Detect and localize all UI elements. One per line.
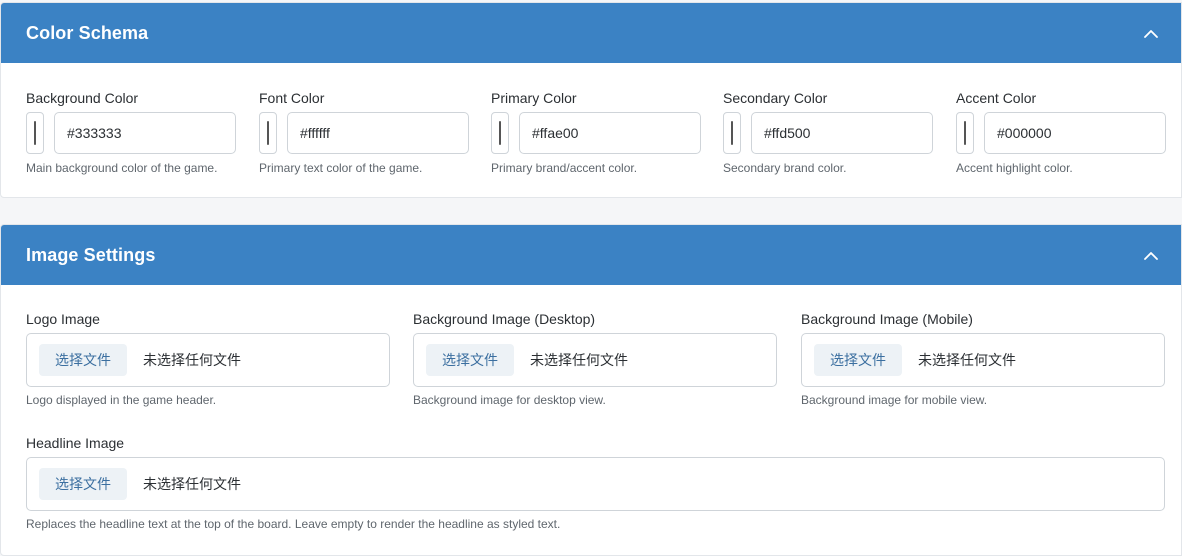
font-color-input[interactable] — [287, 112, 469, 154]
primary-color-help: Primary brand/accent color. — [491, 161, 638, 175]
font-color-help: Primary text color of the game. — [259, 161, 423, 175]
image-settings-title: Image Settings — [26, 244, 156, 265]
background-mobile-file-status: 未选择任何文件 — [918, 353, 1016, 369]
secondary-color-help: Secondary brand color. — [723, 161, 847, 175]
font-color-field: Font Color Primary text color of the gam… — [259, 90, 471, 180]
logo-image-label: Logo Image — [26, 311, 100, 327]
background-desktop-file-input[interactable]: 选择文件 未选择任何文件 — [413, 333, 777, 387]
chevron-up-icon[interactable] — [1143, 25, 1159, 41]
secondary-color-picker[interactable] — [723, 112, 741, 154]
headline-image-help: Replaces the headline text at the top of… — [26, 517, 561, 531]
background-mobile-label: Background Image (Mobile) — [801, 311, 973, 327]
color-schema-header[interactable]: Color Schema — [1, 3, 1181, 63]
color-schema-title: Color Schema — [26, 22, 149, 43]
logo-image-field: Logo Image 选择文件 未选择任何文件 Logo displayed i… — [26, 311, 390, 407]
background-mobile-help: Background image for mobile view. — [801, 393, 988, 407]
background-color-field: Background Color Main background color o… — [26, 90, 238, 180]
primary-color-field: Primary Color Primary brand/accent color… — [491, 90, 703, 180]
accent-color-label: Accent Color — [956, 90, 1037, 106]
logo-image-file-status: 未选择任何文件 — [143, 353, 241, 369]
background-desktop-label: Background Image (Desktop) — [413, 311, 596, 327]
secondary-color-input[interactable] — [751, 112, 933, 154]
background-color-label: Background Color — [26, 90, 139, 106]
headline-image-file-status: 未选择任何文件 — [143, 477, 241, 493]
accent-color-help: Accent highlight color. — [956, 161, 1073, 175]
background-desktop-choose-button[interactable]: 选择文件 — [426, 344, 514, 376]
image-settings-panel: Image Settings Logo Image 选择文件 未选择任何文件 L… — [0, 224, 1182, 556]
secondary-color-label: Secondary Color — [723, 90, 828, 106]
image-settings-header[interactable]: Image Settings — [1, 225, 1181, 285]
background-desktop-field: Background Image (Desktop) 选择文件 未选择任何文件 … — [413, 311, 777, 407]
primary-color-input[interactable] — [519, 112, 701, 154]
chevron-up-icon[interactable] — [1143, 247, 1159, 263]
background-color-picker[interactable] — [26, 112, 44, 154]
font-color-label: Font Color — [259, 90, 325, 106]
background-mobile-choose-button[interactable]: 选择文件 — [814, 344, 902, 376]
logo-image-help: Logo displayed in the game header. — [26, 393, 217, 407]
accent-color-field: Accent Color Accent highlight color. — [956, 90, 1168, 180]
logo-image-choose-button[interactable]: 选择文件 — [39, 344, 127, 376]
headline-image-label: Headline Image — [26, 435, 125, 451]
logo-image-file-input[interactable]: 选择文件 未选择任何文件 — [26, 333, 390, 387]
primary-color-picker[interactable] — [491, 112, 509, 154]
background-desktop-help: Background image for desktop view. — [413, 393, 606, 407]
font-color-picker[interactable] — [259, 112, 277, 154]
primary-color-label: Primary Color — [491, 90, 577, 106]
headline-image-file-input[interactable]: 选择文件 未选择任何文件 — [26, 457, 1165, 511]
headline-image-field: Headline Image 选择文件 未选择任何文件 Replaces the… — [26, 435, 1165, 535]
color-schema-panel: Color Schema Background Color Main backg… — [0, 2, 1182, 198]
background-color-input[interactable] — [54, 112, 236, 154]
background-mobile-field: Background Image (Mobile) 选择文件 未选择任何文件 B… — [801, 311, 1165, 407]
background-desktop-file-status: 未选择任何文件 — [530, 353, 628, 369]
accent-color-input[interactable] — [984, 112, 1166, 154]
background-color-help: Main background color of the game. — [26, 161, 218, 175]
background-mobile-file-input[interactable]: 选择文件 未选择任何文件 — [801, 333, 1165, 387]
secondary-color-field: Secondary Color Secondary brand color. — [723, 90, 935, 180]
accent-color-picker[interactable] — [956, 112, 974, 154]
headline-image-choose-button[interactable]: 选择文件 — [39, 468, 127, 500]
